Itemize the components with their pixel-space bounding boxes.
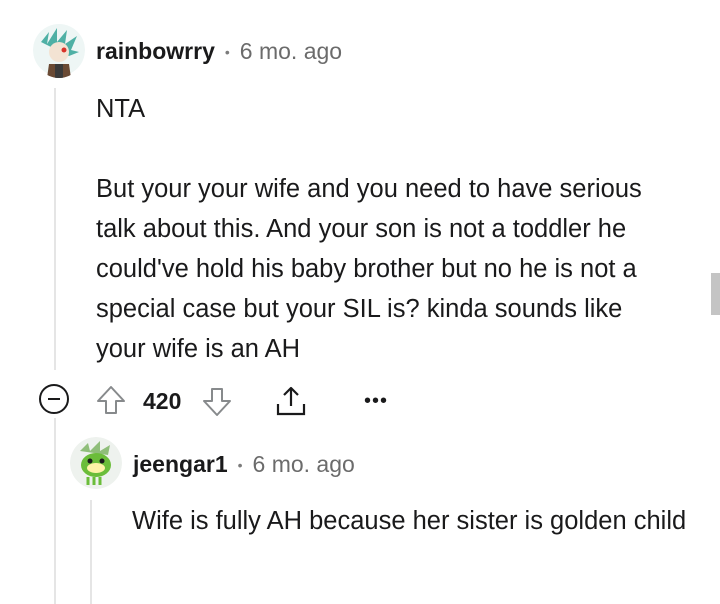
- comment-paragraph: NTA: [96, 95, 146, 123]
- thread-line[interactable]: [54, 418, 56, 604]
- reply-body: Wife is fully AH because her sister is g…: [132, 501, 692, 541]
- share-button[interactable]: [274, 384, 308, 423]
- vote-count: 420: [143, 388, 182, 414]
- reply-timestamp: 6 mo. ago: [252, 451, 355, 477]
- reply-paragraph: Wife is fully AH because her sister is g…: [132, 507, 687, 535]
- user-avatar[interactable]: [33, 22, 85, 78]
- collapse-icon[interactable]: [39, 384, 69, 414]
- upvote-button[interactable]: [95, 384, 127, 421]
- upvote-icon: [97, 386, 125, 414]
- comment-body: NTA But your your wife and you need to h…: [96, 89, 676, 369]
- comment-paragraph: But your your wife and you need to have …: [96, 175, 642, 363]
- comment-timestamp: 6 mo. ago: [239, 38, 343, 64]
- reply-meta: jeengar1 • 6 mo. ago: [133, 451, 355, 478]
- reply-username[interactable]: jeengar1: [133, 451, 228, 478]
- comment-username[interactable]: rainbowrry: [96, 38, 215, 65]
- reply-thread-line[interactable]: [90, 500, 92, 604]
- reply-avatar[interactable]: [70, 437, 122, 489]
- reply-avatar-image-icon: [70, 437, 122, 489]
- downvote-icon: [203, 388, 231, 416]
- thread-line[interactable]: [54, 88, 56, 370]
- comment-meta: rainbowrry • 6 mo. ago: [96, 38, 342, 65]
- meta-separator: •: [224, 43, 230, 60]
- more-icon[interactable]: •••: [364, 390, 388, 413]
- downvote-button[interactable]: [201, 386, 233, 423]
- meta-separator: •: [237, 456, 243, 473]
- avatar-image-icon: [33, 24, 85, 78]
- scrollbar-thumb[interactable]: [711, 273, 720, 315]
- share-icon: [276, 386, 306, 416]
